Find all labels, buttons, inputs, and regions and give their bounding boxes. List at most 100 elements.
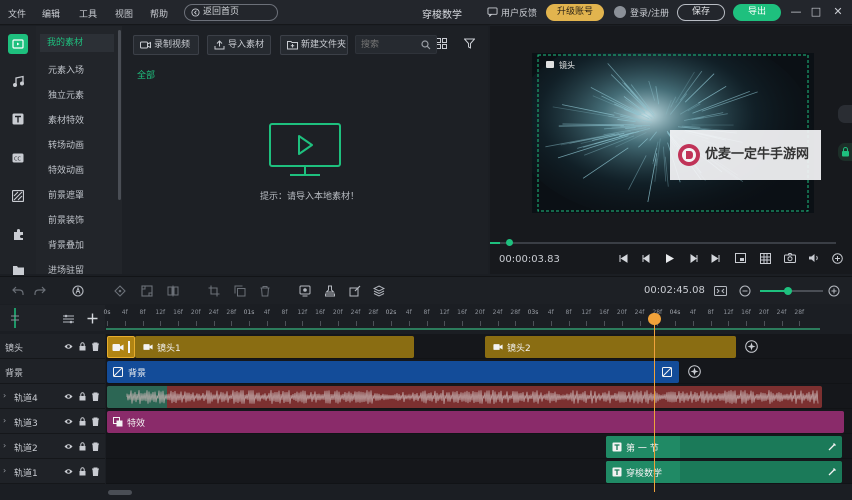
- preview-progress-handle[interactable]: [506, 239, 514, 246]
- text-clip-section[interactable]: 第 一 节: [606, 436, 842, 458]
- filter-funnel-icon[interactable]: [463, 38, 478, 52]
- menu-edit[interactable]: 编辑: [42, 7, 60, 20]
- grid-view-icon[interactable]: [436, 38, 452, 52]
- export-button[interactable]: 导出: [733, 4, 781, 21]
- prev-frame-icon[interactable]: [639, 251, 653, 265]
- category-foreground-decor[interactable]: 前景装饰: [48, 213, 84, 226]
- menu-view[interactable]: 视图: [115, 7, 133, 20]
- category-enter-stay[interactable]: 进场驻留: [48, 263, 84, 274]
- fit-timeline-icon[interactable]: [714, 285, 727, 297]
- trash-icon[interactable]: [91, 467, 100, 476]
- delete-icon[interactable]: [259, 285, 271, 297]
- category-transition[interactable]: 转场动画: [48, 138, 84, 151]
- magnet-snap-icon[interactable]: [8, 307, 22, 329]
- preview-progress-track[interactable]: [490, 242, 836, 244]
- side-collapse-handle[interactable]: [838, 105, 852, 123]
- lock-icon[interactable]: [78, 417, 87, 426]
- fullscreen-preview-icon[interactable]: [733, 251, 747, 265]
- track-body-1[interactable]: 穿梭数学: [106, 459, 852, 484]
- import-material-button[interactable]: 导入素材: [207, 35, 271, 55]
- edit-image-icon[interactable]: [349, 285, 361, 297]
- undo-icon[interactable]: [12, 285, 24, 297]
- lock-icon[interactable]: [78, 392, 87, 401]
- record-screen-icon[interactable]: [299, 285, 311, 297]
- crop-frame-icon[interactable]: [141, 285, 153, 297]
- zoom-out-icon[interactable]: [739, 285, 751, 297]
- zoom-in-timeline-icon[interactable]: [828, 285, 840, 297]
- back-home-button[interactable]: 返回首页: [184, 4, 278, 21]
- crop-icon[interactable]: [208, 285, 220, 297]
- add-camera-icon[interactable]: [745, 340, 758, 353]
- track-body-2[interactable]: 第 一 节: [106, 434, 852, 459]
- volume-icon[interactable]: [807, 251, 821, 265]
- audio-clip[interactable]: [107, 386, 822, 408]
- screenshot-camera-icon[interactable]: [783, 251, 797, 265]
- track-body-camera[interactable]: 镜头1 镜头2: [106, 334, 852, 359]
- expand-arrow-icon[interactable]: ›: [3, 441, 6, 450]
- new-folder-button[interactable]: 新建文件夹: [280, 35, 348, 55]
- split-icon[interactable]: [167, 285, 179, 297]
- category-standalone-element[interactable]: 独立元素: [48, 88, 84, 101]
- login-register-link[interactable]: 登录/注册: [614, 6, 669, 19]
- grid-guide-icon[interactable]: [758, 251, 772, 265]
- redo-icon[interactable]: [34, 285, 46, 297]
- expand-arrow-icon[interactable]: ›: [3, 466, 6, 475]
- save-button[interactable]: 保存: [677, 4, 725, 21]
- music-icon[interactable]: [10, 73, 26, 89]
- feedback-link[interactable]: 用户反馈: [487, 6, 537, 19]
- add-track-icon[interactable]: [87, 313, 98, 324]
- timeline-horizontal-scrollbar[interactable]: [108, 490, 132, 495]
- copy-icon[interactable]: [234, 285, 246, 297]
- track-body-3[interactable]: 特效: [106, 409, 852, 434]
- minimize-button[interactable]: —: [790, 5, 802, 19]
- skip-start-icon[interactable]: [616, 251, 630, 265]
- camera-clip-2[interactable]: 镜头2: [485, 336, 736, 358]
- magic-icon[interactable]: [72, 285, 84, 297]
- eye-icon[interactable]: [64, 442, 73, 451]
- record-video-button[interactable]: 录制视频: [133, 35, 199, 55]
- camera-clip-start-marker[interactable]: [107, 336, 135, 358]
- menu-help[interactable]: 帮助: [150, 7, 168, 20]
- eye-icon[interactable]: [64, 342, 73, 351]
- media-icon[interactable]: [8, 34, 28, 54]
- menu-tools[interactable]: 工具: [79, 7, 97, 20]
- category-scrollbar[interactable]: [118, 30, 121, 200]
- add-background-icon[interactable]: [688, 365, 701, 378]
- playhead-handle[interactable]: [648, 313, 661, 325]
- eye-icon[interactable]: [64, 392, 73, 401]
- category-background-overlay[interactable]: 背景叠加: [48, 238, 84, 251]
- next-frame-icon[interactable]: [686, 251, 700, 265]
- category-effect-animation[interactable]: 特效动画: [48, 163, 84, 176]
- text-clip-title[interactable]: 穿梭数学: [606, 461, 842, 483]
- expand-arrow-icon[interactable]: ›: [3, 416, 6, 425]
- maximize-button[interactable]: □: [810, 5, 822, 19]
- category-element-enter[interactable]: 元素入场: [48, 63, 84, 76]
- menu-file[interactable]: 文件: [8, 7, 26, 20]
- trash-icon[interactable]: [91, 442, 100, 451]
- lock-icon[interactable]: [78, 467, 87, 476]
- effect-clip[interactable]: 特效: [107, 411, 844, 433]
- search-icon[interactable]: [421, 40, 431, 50]
- track-settings-icon[interactable]: [62, 314, 75, 324]
- camera-clip-1[interactable]: 镜头1: [135, 336, 414, 358]
- trash-icon[interactable]: [91, 417, 100, 426]
- expand-arrow-icon[interactable]: ›: [3, 391, 6, 400]
- side-lock-handle[interactable]: [838, 143, 852, 161]
- keyframe-icon[interactable]: [114, 285, 126, 297]
- zoom-slider-handle[interactable]: [784, 287, 793, 295]
- category-material-effect[interactable]: 素材特效: [48, 113, 84, 126]
- filter-all-tab[interactable]: 全部: [137, 68, 155, 81]
- track-body-4[interactable]: [106, 384, 852, 409]
- category-foreground-mask[interactable]: 前景遮罩: [48, 188, 84, 201]
- filter-icon[interactable]: [10, 188, 26, 204]
- trash-icon[interactable]: [91, 392, 100, 401]
- track-body-background[interactable]: 背景: [106, 359, 852, 384]
- play-icon[interactable]: [663, 251, 677, 265]
- close-button[interactable]: ✕: [832, 5, 844, 19]
- lock-icon[interactable]: [78, 442, 87, 451]
- lock-icon[interactable]: [78, 342, 87, 351]
- background-clip[interactable]: 背景: [107, 361, 679, 383]
- eye-icon[interactable]: [64, 467, 73, 476]
- upgrade-account-button[interactable]: 升级账号: [546, 4, 604, 21]
- zoom-in-icon[interactable]: [830, 251, 844, 265]
